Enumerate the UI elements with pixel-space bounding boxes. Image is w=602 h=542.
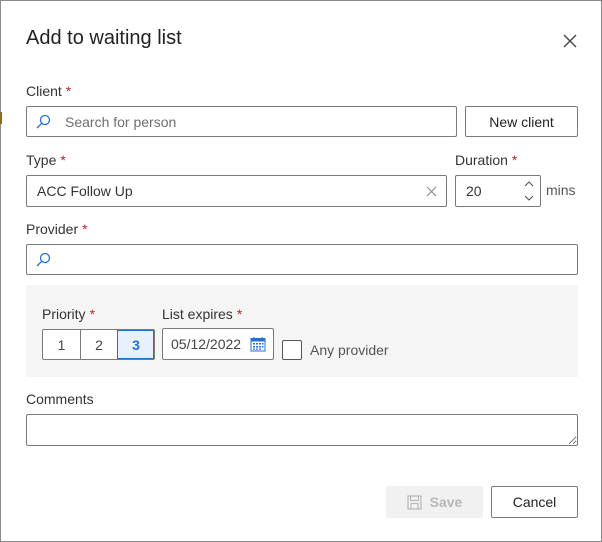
client-search-input[interactable]: Search for person <box>26 106 457 137</box>
provider-label-text: Provider <box>26 221 79 237</box>
type-select[interactable]: ACC Follow Up <box>26 175 447 207</box>
duration-stepper[interactable]: 20 <box>455 175 541 207</box>
type-label-text: Type <box>26 152 57 168</box>
provider-search-input[interactable] <box>26 244 578 275</box>
list-expires-label-text: List expires <box>162 306 233 322</box>
provider-label: Provider * <box>26 221 88 237</box>
save-label: Save <box>429 494 463 510</box>
list-expires-value: 05/12/2022 <box>171 336 242 352</box>
save-icon <box>407 494 422 510</box>
any-provider-label: Any provider <box>310 342 389 358</box>
search-icon <box>36 114 51 129</box>
comments-label: Comments <box>26 391 94 407</box>
add-to-waiting-list-dialog: Add to waiting list Client * Search for p… <box>0 0 602 542</box>
duration-unit: mins <box>546 182 576 198</box>
chevron-down-icon[interactable] <box>524 194 534 202</box>
client-label: Client * <box>26 83 71 99</box>
priority-option-3[interactable]: 3 <box>117 330 154 359</box>
priority-label-text: Priority <box>42 306 86 322</box>
client-label-text: Client <box>26 83 62 99</box>
search-icon <box>36 252 51 267</box>
comments-textarea[interactable] <box>26 414 578 446</box>
duration-value: 20 <box>466 183 482 199</box>
required-marker: * <box>65 83 72 99</box>
cancel-button[interactable]: Cancel <box>491 486 578 518</box>
dialog-title: Add to waiting list <box>26 27 182 49</box>
type-value: ACC Follow Up <box>37 183 133 199</box>
calendar-icon[interactable] <box>250 336 266 352</box>
background-edge-mark <box>0 112 2 124</box>
close-icon[interactable] <box>561 32 579 50</box>
client-search-placeholder: Search for person <box>65 114 177 130</box>
clear-icon[interactable] <box>426 186 437 197</box>
priority-selector: 1 2 3 <box>42 329 155 360</box>
any-provider-checkbox[interactable] <box>282 340 302 360</box>
priority-option-1[interactable]: 1 <box>43 330 80 359</box>
type-label: Type * <box>26 152 66 168</box>
chevron-up-icon[interactable] <box>524 180 534 188</box>
list-expires-label: List expires * <box>162 306 242 322</box>
duration-label: Duration * <box>455 152 517 168</box>
duration-label-text: Duration <box>455 152 508 168</box>
new-client-button[interactable]: New client <box>465 106 578 137</box>
required-marker: * <box>82 221 88 237</box>
required-marker: * <box>89 306 96 322</box>
required-marker: * <box>236 306 243 322</box>
list-expires-date-input[interactable]: 05/12/2022 <box>162 328 274 360</box>
priority-option-2[interactable]: 2 <box>80 330 117 359</box>
required-marker: * <box>60 152 66 168</box>
priority-label: Priority * <box>42 306 95 322</box>
required-marker: * <box>511 152 518 168</box>
save-button[interactable]: Save <box>386 486 483 518</box>
